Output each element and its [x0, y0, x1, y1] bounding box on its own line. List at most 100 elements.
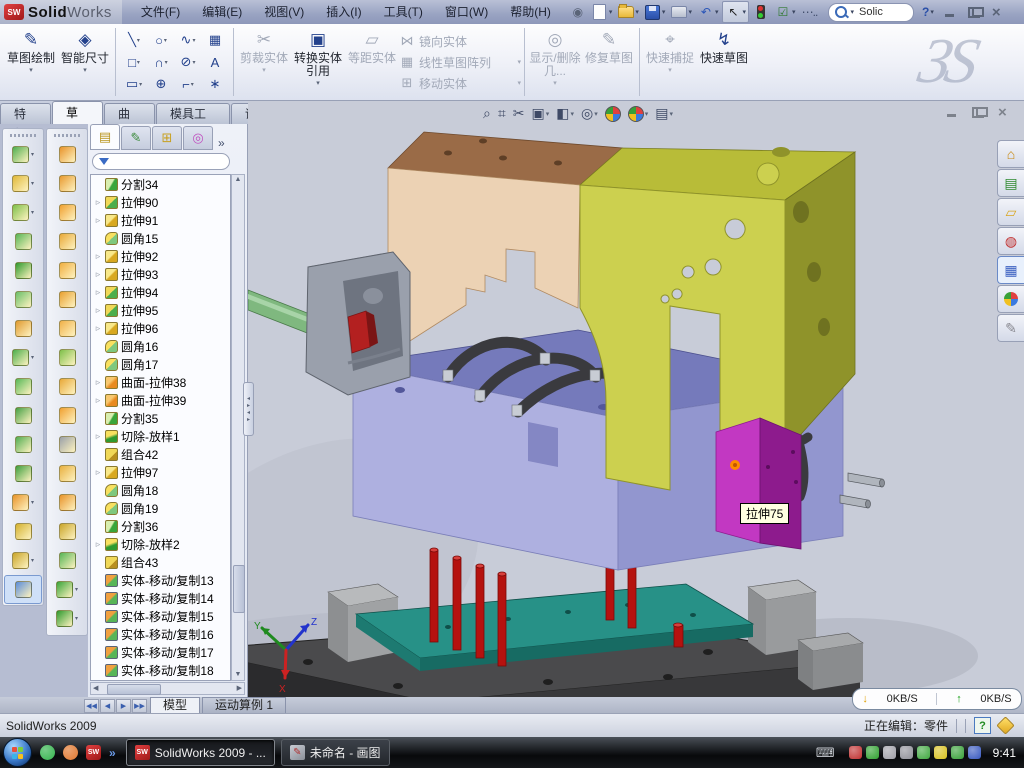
dropdown-icon[interactable]: ▾ — [31, 499, 34, 506]
left-toolbar-1-button-14[interactable] — [4, 517, 42, 546]
file-explorer-tab[interactable]: ▱ — [997, 198, 1024, 226]
menu-item-4[interactable]: 插入(I) — [315, 0, 372, 24]
tree-item[interactable]: 圆角19 — [91, 499, 230, 517]
left-toolbar-2-button-5[interactable] — [48, 256, 86, 285]
menu-pin-icon[interactable]: ◉ — [568, 2, 588, 22]
scroll-down-icon[interactable]: ▼ — [235, 670, 242, 680]
quicklaunch-overflow-chevron[interactable]: » — [109, 746, 116, 760]
model-tab-2[interactable]: 运动算例 1 — [202, 697, 286, 713]
left-toolbar-2-button-17[interactable]: ▾ — [48, 604, 86, 633]
tree-item[interactable]: ▹曲面-拉伸39 — [91, 391, 230, 409]
left-toolbar-2-button-11[interactable] — [48, 430, 86, 459]
doc-minimize-button[interactable] — [946, 107, 960, 118]
search-box[interactable]: ▾ — [828, 3, 915, 22]
left-toolbar-2-button-15[interactable] — [48, 546, 86, 575]
menu-item-7[interactable]: 帮助(H) — [499, 0, 562, 24]
tree-item[interactable]: ▹切除-放样1 — [91, 427, 230, 445]
solidworks-resources-tab[interactable]: ⌂ — [997, 140, 1024, 168]
horizontal-scroll-thumb[interactable] — [107, 684, 161, 695]
configurationmanager-tab[interactable]: ⊞ — [152, 126, 182, 150]
toolbar-grip[interactable] — [10, 134, 36, 137]
convert-entities-button[interactable]: ▣转换实体引用▾ — [291, 24, 345, 100]
smart-dimension-button[interactable]: ◈智能尺寸▾ — [58, 24, 112, 100]
help-dropdown-icon[interactable]: ▾ — [930, 8, 934, 16]
left-toolbar-2-button-1[interactable] — [48, 140, 86, 169]
doc-close-button[interactable]: × — [998, 107, 1012, 118]
left-toolbar-2-button-10[interactable] — [48, 401, 86, 430]
left-toolbar-1-button-7[interactable] — [4, 314, 42, 343]
tab-曲面[interactable]: 曲面 — [104, 103, 155, 124]
tree-item[interactable]: 实体-移动/复制16 — [91, 625, 230, 643]
left-toolbar-2-button-16[interactable]: ▾ — [48, 575, 86, 604]
tree-item[interactable]: 圆角15 — [91, 229, 230, 247]
connection-tray-icon[interactable] — [917, 746, 930, 759]
model-assembly[interactable]: Y Z X — [248, 101, 1024, 697]
tree-item[interactable]: 组合42 — [91, 445, 230, 463]
linear-sketch-pattern-button[interactable]: ▦线性草图阵列▾ — [399, 52, 521, 72]
expand-icon[interactable]: ▹ — [94, 197, 102, 208]
tag-icon[interactable] — [996, 716, 1014, 734]
left-toolbar-1-button-2[interactable]: ▾ — [4, 169, 42, 198]
left-toolbar-2-button-2[interactable] — [48, 169, 86, 198]
expand-icon[interactable]: ▹ — [94, 269, 102, 280]
tab-特征[interactable]: 特征 — [0, 103, 51, 124]
security-alert-tray-icon[interactable] — [849, 746, 862, 759]
status-help-icon[interactable]: ? — [974, 717, 991, 734]
custom-menu-button[interactable]: ⋯.. — [800, 2, 820, 22]
tree-item[interactable]: ▹拉伸91 — [91, 211, 230, 229]
menu-item-5[interactable]: 工具(T) — [373, 0, 434, 24]
model-tab-nav-prev[interactable]: ◀ — [100, 699, 115, 713]
tree-item[interactable]: ▹拉伸96 — [91, 319, 230, 337]
network-warning-tray-icon[interactable] — [934, 746, 947, 759]
new-document-button[interactable]: ▾ — [590, 2, 615, 22]
tree-item[interactable]: ▹切除-放样2 — [91, 535, 230, 553]
doc-restore-button[interactable] — [972, 107, 986, 118]
left-toolbar-1-button-11[interactable] — [4, 430, 42, 459]
zoom-to-area-icon[interactable]: ⌗ — [498, 105, 506, 122]
left-toolbar-1-button-13[interactable]: ▾ — [4, 488, 42, 517]
model-tab-1[interactable]: 模型 — [150, 697, 200, 713]
side-insert-block[interactable] — [716, 418, 801, 549]
tree-item[interactable]: ▹拉伸94 — [91, 283, 230, 301]
display-style-icon[interactable]: ◧▾ — [556, 105, 574, 122]
edit-appearance-icon[interactable] — [605, 106, 621, 122]
left-toolbar-2-button-7[interactable] — [48, 314, 86, 343]
expand-icon[interactable]: ▹ — [94, 251, 102, 262]
tree-item[interactable]: 分割36 — [91, 517, 230, 535]
left-toolbar-1-button-4[interactable] — [4, 227, 42, 256]
tree-item[interactable]: 分割35 — [91, 409, 230, 427]
menu-item-1[interactable]: 文件(F) — [130, 0, 191, 24]
view-settings-icon[interactable]: ▤▾ — [655, 105, 673, 122]
messenger-quicklaunch-icon[interactable] — [40, 745, 55, 760]
close-button[interactable]: × — [992, 7, 1006, 18]
search-input[interactable] — [857, 5, 907, 19]
expand-icon[interactable]: ▹ — [94, 377, 102, 388]
left-toolbar-2-button-13[interactable] — [48, 488, 86, 517]
update-tray-icon[interactable] — [883, 746, 896, 759]
sketch-entity-button[interactable]: ⊘▾ — [175, 52, 201, 72]
rebuild-button[interactable] — [751, 2, 771, 22]
sketch-entity-button[interactable]: ∿▾ — [175, 30, 201, 50]
shield-plus-tray-icon[interactable] — [951, 746, 964, 759]
panel-splitter[interactable]: ◂▸◂▸ — [243, 382, 254, 436]
left-toolbar-2-button-4[interactable] — [48, 227, 86, 256]
tree-item[interactable]: 实体-移动/复制18 — [91, 661, 230, 679]
hide-show-items-icon[interactable]: ◎▾ — [581, 105, 598, 122]
tree-item[interactable]: 圆角16 — [91, 337, 230, 355]
select-button[interactable]: ↖▾ — [722, 1, 749, 23]
taskbar-task-1[interactable]: SWSolidWorks 2009 - ... — [126, 739, 275, 766]
tree-item[interactable]: 组合43 — [91, 553, 230, 571]
sketch-entity-button[interactable]: ▦ — [202, 30, 228, 50]
menu-item-2[interactable]: 编辑(E) — [191, 0, 253, 24]
view-orientation-icon[interactable]: ▣▾ — [531, 105, 549, 122]
sync-tray-icon[interactable] — [968, 746, 981, 759]
model-tab-nav-last[interactable]: ▶▶ — [132, 699, 147, 713]
left-toolbar-1-button-3[interactable]: ▾ — [4, 198, 42, 227]
sketch-entity-button[interactable]: ▭▾ — [121, 74, 147, 94]
dropdown-icon[interactable]: ▾ — [75, 586, 78, 593]
expand-icon[interactable]: ▹ — [94, 323, 102, 334]
featuremanager-design-tree-tab[interactable]: ▤ — [90, 124, 120, 150]
expand-icon[interactable]: ▹ — [94, 305, 102, 316]
custom-properties-tab[interactable]: ✎ — [997, 314, 1024, 342]
scroll-up-icon[interactable]: ▲ — [235, 175, 242, 185]
